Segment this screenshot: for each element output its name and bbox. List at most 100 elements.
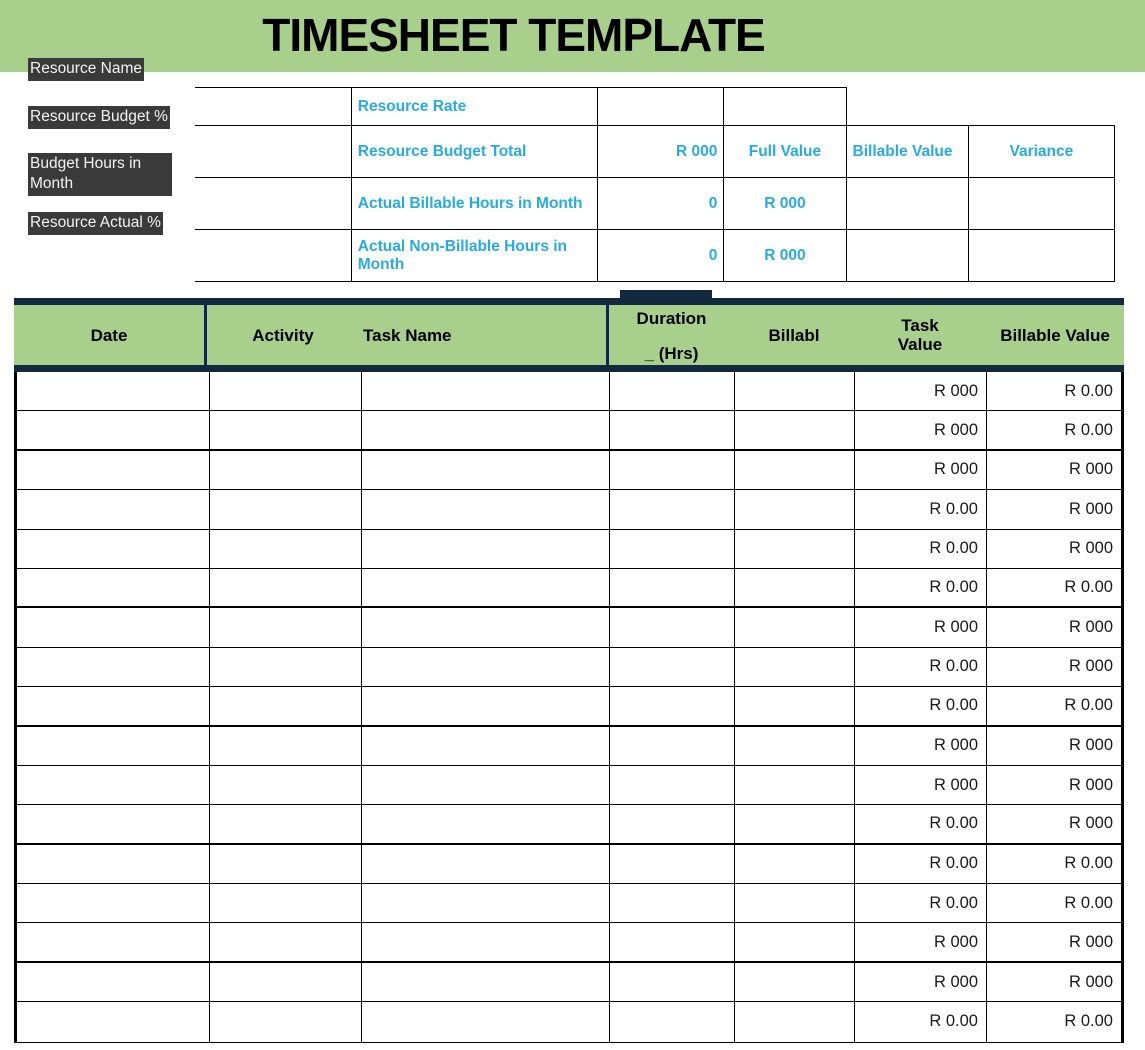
- cell-activity[interactable]: [210, 608, 362, 647]
- cell-billable[interactable]: [735, 568, 855, 607]
- actual-non-billable-billable-value[interactable]: [845, 229, 969, 282]
- cell-duration[interactable]: [610, 765, 735, 805]
- cell-date[interactable]: [17, 372, 210, 411]
- budget-total-input-cell[interactable]: [195, 125, 352, 178]
- cell-date[interactable]: [17, 568, 210, 607]
- cell-billable-value[interactable]: R 0.00: [987, 411, 1121, 448]
- cell-date[interactable]: [17, 962, 210, 1002]
- cell-duration[interactable]: [610, 884, 735, 923]
- cell-activity[interactable]: [210, 568, 362, 607]
- cell-date[interactable]: [17, 687, 210, 725]
- cell-activity[interactable]: [210, 450, 362, 490]
- cell-billable-value[interactable]: R 0.00: [987, 1002, 1121, 1041]
- cell-task-value[interactable]: R 0.00: [855, 568, 987, 607]
- cell-task-value[interactable]: R 000: [855, 923, 987, 961]
- cell-date[interactable]: [17, 805, 210, 843]
- cell-task-name[interactable]: [362, 529, 610, 568]
- cell-billable-value[interactable]: R 000: [987, 648, 1121, 686]
- cell-billable[interactable]: [735, 372, 855, 411]
- column-header-billable-value[interactable]: Billable Value: [986, 305, 1124, 365]
- cell-billable[interactable]: [735, 687, 855, 725]
- cell-task-value[interactable]: R 000: [855, 962, 987, 1002]
- cell-duration[interactable]: [610, 687, 735, 725]
- cell-duration[interactable]: [610, 726, 735, 765]
- cell-billable-value[interactable]: R 000: [987, 805, 1121, 842]
- cell-billable[interactable]: [735, 490, 855, 529]
- cell-duration[interactable]: [610, 1002, 735, 1042]
- cell-billable-value[interactable]: R 0.00: [987, 687, 1121, 724]
- cell-billable-value[interactable]: R 0.00: [987, 845, 1121, 883]
- cell-date[interactable]: [17, 1002, 210, 1042]
- column-header-activity[interactable]: Activity: [207, 305, 359, 365]
- cell-duration[interactable]: [610, 608, 735, 647]
- cell-task-name[interactable]: [362, 568, 610, 607]
- cell-task-value[interactable]: R 0.00: [855, 844, 987, 884]
- cell-task-name[interactable]: [362, 726, 610, 765]
- cell-billable-value[interactable]: R 000: [987, 727, 1121, 765]
- cell-activity[interactable]: [210, 647, 362, 687]
- cell-billable[interactable]: [735, 647, 855, 687]
- cell-task-value[interactable]: R 0.00: [855, 884, 987, 923]
- cell-activity[interactable]: [210, 884, 362, 923]
- cell-task-value[interactable]: R 0.00: [855, 647, 987, 687]
- cell-task-name[interactable]: [362, 844, 610, 884]
- resource-rate-full-value[interactable]: [723, 87, 847, 126]
- cell-date[interactable]: [17, 923, 210, 961]
- cell-date[interactable]: [17, 844, 210, 884]
- cell-billable-value[interactable]: R 000: [987, 923, 1121, 960]
- cell-billable[interactable]: [735, 1002, 855, 1042]
- cell-task-value[interactable]: R 0.00: [855, 687, 987, 725]
- cell-billable[interactable]: [735, 962, 855, 1002]
- cell-billable[interactable]: [735, 844, 855, 884]
- cell-date[interactable]: [17, 884, 210, 923]
- cell-task-name[interactable]: [362, 805, 610, 843]
- resource-rate-input-cell[interactable]: [195, 87, 352, 126]
- cell-date[interactable]: [17, 411, 210, 449]
- cell-task-value[interactable]: R 0.00: [855, 1002, 987, 1042]
- cell-activity[interactable]: [210, 411, 362, 449]
- cell-billable[interactable]: [735, 765, 855, 805]
- cell-date[interactable]: [17, 608, 210, 647]
- cell-task-name[interactable]: [362, 450, 610, 490]
- cell-duration[interactable]: [610, 805, 735, 843]
- cell-task-value[interactable]: R 000: [855, 726, 987, 765]
- cell-task-value[interactable]: R 0.00: [855, 490, 987, 529]
- cell-task-name[interactable]: [362, 962, 610, 1002]
- cell-activity[interactable]: [210, 529, 362, 568]
- cell-task-name[interactable]: [362, 372, 610, 411]
- cell-duration[interactable]: [610, 411, 735, 449]
- column-header-task-value[interactable]: Task Value: [854, 305, 986, 365]
- cell-task-value[interactable]: R 000: [855, 450, 987, 490]
- cell-date[interactable]: [17, 765, 210, 805]
- cell-task-name[interactable]: [362, 411, 610, 449]
- actual-billable-billable-value[interactable]: [845, 177, 969, 230]
- cell-activity[interactable]: [210, 687, 362, 725]
- cell-task-name[interactable]: [362, 923, 610, 961]
- cell-task-value[interactable]: R 000: [855, 608, 987, 647]
- cell-duration[interactable]: [610, 529, 735, 568]
- cell-billable[interactable]: [735, 884, 855, 923]
- cell-billable[interactable]: [735, 608, 855, 647]
- cell-billable[interactable]: [735, 529, 855, 568]
- cell-date[interactable]: [17, 490, 210, 529]
- cell-duration[interactable]: [610, 568, 735, 607]
- cell-task-name[interactable]: [362, 490, 610, 529]
- actual-billable-hours[interactable]: 0: [597, 177, 725, 230]
- cell-date[interactable]: [17, 529, 210, 568]
- cell-activity[interactable]: [210, 805, 362, 843]
- actual-non-billable-hours[interactable]: 0: [597, 229, 725, 282]
- actual-non-billable-variance[interactable]: [967, 229, 1116, 282]
- column-header-task-name[interactable]: Task Name: [359, 305, 611, 365]
- cell-activity[interactable]: [210, 1002, 362, 1042]
- cell-activity[interactable]: [210, 844, 362, 884]
- resource-rate-value[interactable]: [597, 87, 725, 126]
- cell-billable-value[interactable]: R 0.00: [987, 884, 1121, 922]
- cell-task-name[interactable]: [362, 884, 610, 923]
- cell-task-name[interactable]: [362, 647, 610, 687]
- cell-task-name[interactable]: [362, 1002, 610, 1042]
- cell-task-value[interactable]: R 000: [855, 765, 987, 805]
- cell-billable-value[interactable]: R 000: [987, 451, 1121, 489]
- column-header-billable[interactable]: Billabl: [734, 305, 854, 365]
- cell-billable[interactable]: [735, 450, 855, 490]
- actual-billable-variance[interactable]: [967, 177, 1116, 230]
